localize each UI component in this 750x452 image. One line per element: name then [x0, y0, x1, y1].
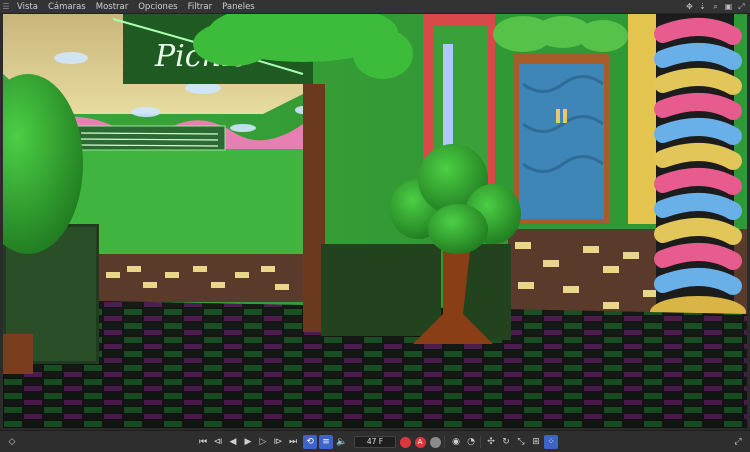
diamond-icon[interactable]: ◇: [5, 435, 19, 449]
expand-icon[interactable]: ⤢: [731, 435, 745, 449]
next-frame-icon[interactable]: ▷: [256, 435, 270, 449]
audio-icon[interactable]: 🔈: [335, 435, 349, 449]
next-key-icon[interactable]: ⧐: [271, 435, 285, 449]
rotate-icon[interactable]: ↻: [499, 435, 513, 449]
keyframe-selection-icon[interactable]: [428, 435, 442, 449]
move-icon[interactable]: ✣: [484, 435, 498, 449]
play-icon[interactable]: ▶: [241, 435, 255, 449]
previous-frame-icon[interactable]: ◀: [226, 435, 240, 449]
maximize-icon[interactable]: ⤢: [737, 2, 746, 11]
menu-camaras[interactable]: Cámaras: [43, 0, 91, 14]
divider: [444, 436, 445, 448]
frame-icon[interactable]: ▣: [724, 2, 733, 11]
autokey-icon[interactable]: A: [413, 435, 427, 449]
menu-mostrar[interactable]: Mostrar: [91, 0, 134, 14]
loop-icon[interactable]: ⟲: [303, 435, 317, 449]
go-to-start-icon[interactable]: ⏮: [196, 435, 210, 449]
menu-vista[interactable]: Vista: [12, 0, 43, 14]
menu-filtrar[interactable]: Filtrar: [183, 0, 218, 14]
zoom-icon[interactable]: ⌕: [711, 2, 720, 11]
playback-rate-icon[interactable]: ≡: [319, 435, 333, 449]
menu-opciones[interactable]: Opciones: [133, 0, 182, 14]
grip-icon[interactable]: ☰: [0, 0, 12, 14]
record-active-icon[interactable]: [398, 435, 412, 449]
scene-render: Picnic: [3, 14, 747, 428]
previous-key-icon[interactable]: ⧏: [211, 435, 225, 449]
go-to-end-icon[interactable]: ⏭: [286, 435, 300, 449]
hand-pan-icon[interactable]: ✥: [685, 2, 694, 11]
move-down-icon[interactable]: ⇣: [698, 2, 707, 11]
viewport-menu-bar: ☰ Vista Cámaras Mostrar Opciones Filtrar…: [0, 0, 750, 14]
divider: [480, 436, 481, 448]
scale-icon[interactable]: ⤡: [514, 435, 528, 449]
timing-icon[interactable]: ◔: [464, 435, 478, 449]
timeline-transport-bar: ◇ ⏮ ⧏ ◀ ▶ ▷ ⧐ ⏭ ⟲ ≡ 🔈 47 F A ◉ ◔ ✣ ↻ ⤡ ⊞…: [0, 430, 750, 452]
point-level-icon[interactable]: ⁘: [544, 435, 558, 449]
parameter-icon[interactable]: ⊞: [529, 435, 543, 449]
3d-viewport[interactable]: Picnic: [3, 14, 747, 428]
key-options-icon[interactable]: ◉: [449, 435, 463, 449]
menu-paneles[interactable]: Paneles: [217, 0, 260, 14]
current-frame-field[interactable]: 47 F: [354, 436, 396, 448]
